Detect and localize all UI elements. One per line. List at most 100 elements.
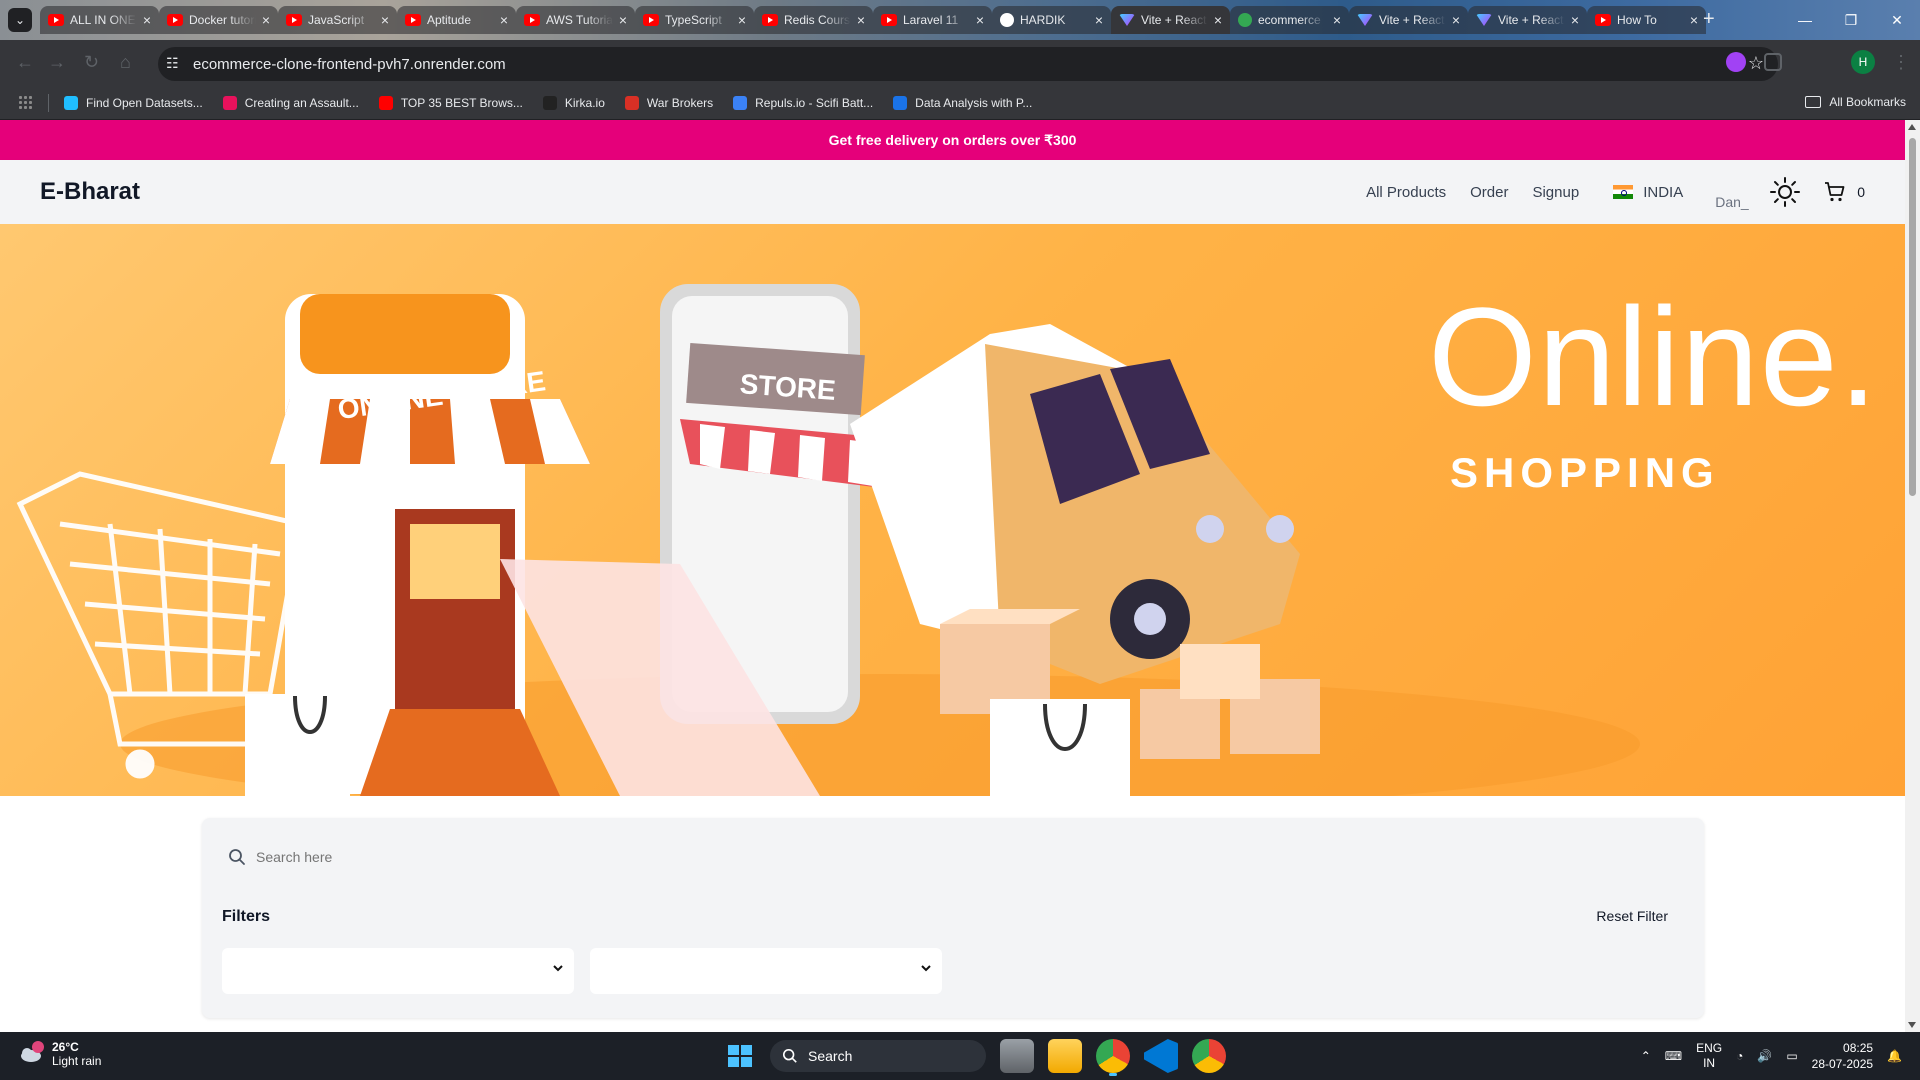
chrome-profile-icon[interactable] (1096, 1039, 1130, 1076)
page-viewport: Get free delivery on orders over ₹300 E-… (0, 120, 1905, 1032)
bookmark-item[interactable]: TOP 35 BEST Brows... (378, 96, 523, 110)
close-tab-icon[interactable]: × (857, 12, 865, 28)
browser-tab[interactable]: HARDIK × (992, 6, 1111, 34)
user-avatar[interactable]: Dan_ (1715, 174, 1755, 210)
bookmark-item[interactable]: Data Analysis with P... (893, 96, 1032, 110)
chrome-icon[interactable] (1192, 1039, 1226, 1073)
system-tray: ⌃ ⌨ ENG IN ◔ 🔊 ▭ 08:25 28-07-2025 🔔 (1641, 1032, 1902, 1080)
file-explorer-icon[interactable] (1048, 1039, 1082, 1073)
battery-icon[interactable]: ▭ (1786, 1049, 1797, 1063)
taskbar-search[interactable]: Search (770, 1040, 986, 1072)
task-view-icon[interactable] (1000, 1039, 1034, 1073)
close-tab-icon[interactable]: × (1571, 12, 1579, 28)
close-tab-icon[interactable]: × (262, 12, 270, 28)
page-scrollbar[interactable] (1905, 120, 1920, 1032)
brand-logo[interactable]: E-Bharat (40, 178, 140, 206)
clock[interactable]: 08:25 28-07-2025 (1812, 1040, 1873, 1072)
reload-icon[interactable]: ↻ (84, 52, 99, 73)
bookmark-label: Data Analysis with P... (915, 96, 1033, 110)
nav-signup[interactable]: Signup (1532, 184, 1579, 201)
close-tab-icon[interactable]: × (738, 12, 746, 28)
windows-start-icon[interactable] (722, 1039, 756, 1073)
close-window-button[interactable]: ✕ (1874, 0, 1920, 40)
price-select[interactable] (590, 948, 942, 994)
forward-icon[interactable]: → (48, 52, 66, 73)
close-tab-icon[interactable]: × (1452, 12, 1460, 28)
weather-widget[interactable]: 26°C Light rain (18, 1040, 101, 1068)
nav-order[interactable]: Order (1470, 184, 1508, 201)
home-icon[interactable]: ⌂ (120, 52, 131, 73)
close-tab-icon[interactable]: × (143, 12, 151, 28)
close-tab-icon[interactable]: × (381, 12, 389, 28)
extension-icon[interactable] (1726, 52, 1746, 72)
browser-tab[interactable]: ecommerce × (1230, 6, 1349, 34)
browser-tab[interactable]: Vite + React × (1111, 6, 1230, 34)
search-input[interactable] (256, 849, 856, 865)
country-label[interactable]: INDIA (1643, 184, 1683, 201)
bookmark-star-icon[interactable]: ☆ (1748, 53, 1764, 74)
reset-filter-button[interactable]: Reset Filter (1596, 908, 1668, 924)
tab-title: How To (1617, 13, 1657, 27)
browser-tab[interactable]: AWS Tutorial × (516, 6, 635, 34)
extensions-puzzle-icon[interactable] (1764, 53, 1782, 71)
close-tab-icon[interactable]: × (619, 12, 627, 28)
all-bookmarks-button[interactable]: All Bookmarks (1805, 95, 1906, 109)
taskbar-apps: Search (722, 1039, 1226, 1076)
close-tab-icon[interactable]: × (500, 12, 508, 28)
browser-toolbar: ← → ↻ ⌂ ☷ ecommerce-clone-frontend-pvh7.… (0, 40, 1920, 86)
browser-tab[interactable]: Laravel 11 × (873, 6, 992, 34)
close-tab-icon[interactable]: × (976, 12, 984, 28)
profile-avatar[interactable]: H (1851, 50, 1875, 74)
bookmark-favicon-icon (64, 96, 78, 110)
scroll-thumb[interactable] (1909, 138, 1916, 496)
tab-search-button[interactable]: ⌄ (8, 8, 32, 32)
browser-tab[interactable]: Docker tutorial × (159, 6, 278, 34)
tab-title: Docker tutorial (189, 13, 256, 27)
browser-menu-icon[interactable]: ⋮ (1892, 52, 1910, 73)
close-tab-icon[interactable]: × (1333, 12, 1341, 28)
vscode-icon[interactable] (1144, 1039, 1178, 1073)
address-bar[interactable]: ☷ ecommerce-clone-frontend-pvh7.onrender… (158, 47, 1778, 81)
nav-all-products[interactable]: All Products (1366, 184, 1446, 201)
apps-grid-icon[interactable] (18, 95, 32, 109)
browser-tab[interactable]: Vite + React × (1349, 6, 1468, 34)
restore-button[interactable]: ❐ (1828, 0, 1874, 40)
scroll-up-arrow[interactable] (1908, 124, 1916, 130)
chevron-down-icon (921, 965, 931, 972)
browser-tab[interactable]: ALL IN ONE × (40, 6, 159, 34)
bookmark-favicon-icon (542, 96, 557, 110)
notification-bell-icon[interactable]: 🔔 (1887, 1049, 1902, 1063)
keyboard-icon[interactable]: ⌨ (1665, 1049, 1682, 1063)
cart-icon[interactable] (1823, 180, 1847, 204)
bookmark-item[interactable]: Find Open Datasets... (64, 96, 203, 110)
category-select[interactable] (222, 948, 574, 994)
close-tab-icon[interactable]: × (1690, 12, 1698, 28)
url-text[interactable]: ecommerce-clone-frontend-pvh7.onrender.c… (193, 56, 506, 73)
browser-tab[interactable]: Aptitude × (397, 6, 516, 34)
language-indicator[interactable]: ENG IN (1696, 1041, 1722, 1071)
bookmark-label: Repuls.io - Scifi Batt... (755, 96, 874, 110)
bookmark-item[interactable]: War Brokers (624, 96, 713, 110)
close-tab-icon[interactable]: × (1214, 12, 1222, 28)
browser-tab[interactable]: TypeScript × (635, 6, 754, 34)
volume-icon[interactable]: 🔊 (1757, 1049, 1772, 1063)
wifi-icon[interactable]: ◔ (1736, 1049, 1743, 1063)
browser-tab[interactable]: Vite + React × (1468, 6, 1587, 34)
bookmark-item[interactable]: Kirka.io (542, 96, 605, 110)
scroll-down-arrow[interactable] (1908, 1022, 1916, 1028)
bookmark-label: Kirka.io (564, 96, 605, 110)
site-info-icon[interactable]: ☷ (166, 55, 184, 73)
browser-tab[interactable]: How To × (1587, 6, 1706, 34)
back-icon[interactable]: ← (16, 52, 34, 73)
theme-toggle-sun-icon[interactable] (1769, 176, 1801, 208)
new-tab-button[interactable]: + (1703, 8, 1715, 31)
minimize-button[interactable]: — (1782, 0, 1828, 40)
bookmark-favicon-icon (733, 96, 748, 110)
browser-tab[interactable]: JavaScript × (278, 6, 397, 34)
browser-tab[interactable]: Redis Course × (754, 6, 873, 34)
bookmark-item[interactable]: Creating an Assault... (222, 96, 359, 110)
youtube-icon (48, 14, 64, 26)
close-tab-icon[interactable]: × (1095, 12, 1103, 28)
bookmark-item[interactable]: Repuls.io - Scifi Batt... (733, 96, 873, 110)
show-hidden-icons[interactable]: ⌃ (1641, 1049, 1651, 1063)
